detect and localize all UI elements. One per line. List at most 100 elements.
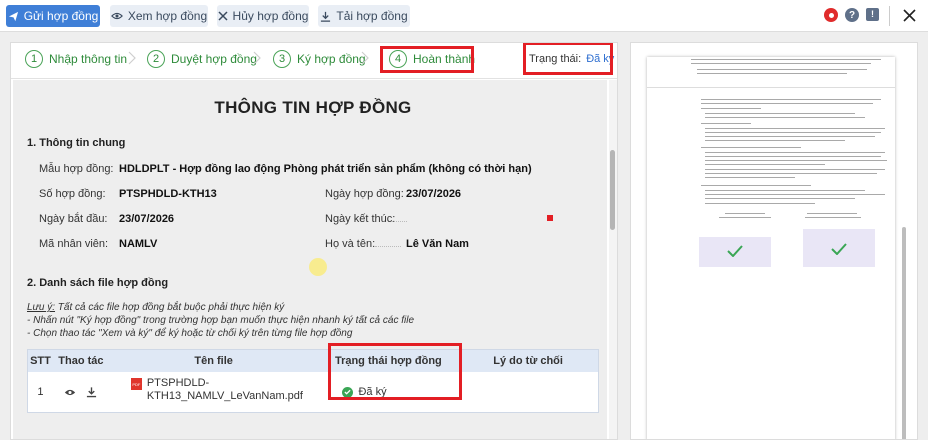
preview-scrollbar[interactable] xyxy=(901,57,907,439)
status-column-highlight xyxy=(328,343,462,400)
template-value: HDLDPLT - Hợp đồng lao động Phòng phát t… xyxy=(119,163,532,175)
chevron-right-icon xyxy=(361,51,369,65)
close-icon xyxy=(218,11,228,21)
col-reason: Lý do từ chối xyxy=(493,355,563,367)
preview-text-line xyxy=(807,213,857,214)
signature-stamp-right xyxy=(803,229,875,267)
close-window-icon[interactable] xyxy=(903,9,916,22)
help-icon[interactable]: ? xyxy=(845,8,859,22)
preview-text-line xyxy=(647,87,895,88)
preview-text-line xyxy=(701,108,761,109)
check-mark-icon xyxy=(831,243,847,255)
preview-text-line xyxy=(701,147,801,148)
preview-text-line xyxy=(719,217,771,218)
step-3[interactable]: 3 Ký hợp đồng xyxy=(273,49,366,69)
red-marker xyxy=(547,215,553,221)
status-highlight xyxy=(523,43,613,75)
send-contract-label: Gửi hợp đồng xyxy=(23,9,99,23)
cancel-contract-label: Hủy hợp đồng xyxy=(232,9,309,23)
note-line-1: Lưu ý: Tất cả các file hợp đồng bắt buộc… xyxy=(27,302,284,313)
preview-text-line xyxy=(705,164,825,165)
pdf-icon: PDF xyxy=(130,378,142,390)
toolbar-divider xyxy=(889,6,890,26)
preview-text-line xyxy=(705,160,887,161)
record-icon[interactable] xyxy=(824,8,838,22)
preview-text-line xyxy=(705,136,875,137)
toolbar: Gửi hợp đồng Xem hợp đồng Hủy hợp đồng T… xyxy=(0,0,928,32)
col-filename: Tên file xyxy=(194,355,233,367)
preview-text-line xyxy=(705,177,795,178)
note-title: Lưu ý: xyxy=(27,302,56,313)
step-3-label: Ký hợp đồng xyxy=(297,52,366,66)
section-files-title: 2. Danh sách file hợp đồng xyxy=(27,277,169,289)
content-scrollbar-thumb[interactable] xyxy=(610,150,615,230)
check-mark-icon xyxy=(727,245,743,257)
table-header: STT Thao tác Tên file Trạng thái hợp đồn… xyxy=(28,350,598,372)
step-2-label: Duyệt hợp đồng xyxy=(171,52,257,66)
preview-text-line xyxy=(701,185,811,186)
col-stt: STT xyxy=(30,355,51,367)
preview-text-line xyxy=(705,190,865,191)
content-scrollbar[interactable] xyxy=(609,80,617,439)
preview-text-line xyxy=(701,123,751,124)
file-name: PTSPHDLD- KTH13_NAMLV_LeVanNam.pdf xyxy=(147,377,303,403)
send-contract-button[interactable]: Gửi hợp đồng xyxy=(6,5,100,27)
contract-date-label: Ngày hợp đồng: xyxy=(325,188,404,200)
preview-text-line xyxy=(691,63,871,64)
step-2[interactable]: 2 Duyệt hợp đồng xyxy=(147,49,257,69)
view-eye-icon[interactable] xyxy=(64,388,76,397)
contract-file-table: STT Thao tác Tên file Trạng thái hợp đồn… xyxy=(27,349,599,413)
section-general-title: 1. Thông tin chung xyxy=(27,137,126,149)
employee-code-value: NAMLV xyxy=(119,238,158,250)
preview-text-line xyxy=(705,169,885,170)
download-icon[interactable] xyxy=(86,386,97,398)
preview-scrollbar-thumb[interactable] xyxy=(902,227,906,439)
note-text-1: Tất cả các file hợp đồng bắt buộc phải t… xyxy=(55,302,285,313)
step-bar: 1 Nhập thông tin 2 Duyệt hợp đồng 3 Ký h… xyxy=(11,43,617,79)
contract-panel: 1 Nhập thông tin 2 Duyệt hợp đồng 3 Ký h… xyxy=(10,42,618,440)
step-1-number: 1 xyxy=(25,50,43,68)
row-filename[interactable]: PDF PTSPHDLD- KTH13_NAMLV_LeVanNam.pdf xyxy=(109,372,319,412)
view-contract-label: Xem hợp đồng xyxy=(127,9,208,23)
view-contract-button[interactable]: Xem hợp đồng xyxy=(110,5,208,27)
step-1-label: Nhập thông tin xyxy=(49,52,128,66)
step-1[interactable]: 1 Nhập thông tin xyxy=(25,49,127,69)
step-4-highlight xyxy=(380,46,474,73)
name-dots xyxy=(375,246,401,247)
preview-text-line xyxy=(705,198,855,199)
step-3-number: 3 xyxy=(273,50,291,68)
end-date-value xyxy=(391,221,407,222)
preview-text-line xyxy=(705,203,815,204)
download-contract-button[interactable]: Tải hợp đồng xyxy=(318,5,410,27)
preview-text-line xyxy=(705,152,885,153)
preview-text-line xyxy=(705,156,881,157)
cancel-contract-button[interactable]: Hủy hợp đồng xyxy=(217,5,309,27)
full-name-value: Lê Văn Nam xyxy=(406,238,469,250)
preview-text-line xyxy=(701,103,873,104)
row-actions xyxy=(53,372,109,412)
page-title: THÔNG TIN HỢP ĐỒNG xyxy=(214,98,412,117)
signature-stamp-left xyxy=(699,237,771,267)
document-preview[interactable] xyxy=(630,42,918,440)
table-row: 1 PDF PTSPHDLD- KTH13_NAMLV_LeVanNam.pdf xyxy=(28,372,598,412)
preview-text-line xyxy=(805,217,861,218)
contract-date-value: 23/07/2026 xyxy=(406,188,462,200)
file-name-line2: KTH13_NAMLV_LeVanNam.pdf xyxy=(146,390,303,402)
start-date-value: 23/07/2026 xyxy=(119,213,175,225)
note-line-2: - Nhấn nút "Ký hợp đồng" trong trường hợ… xyxy=(27,315,415,326)
col-action: Thao tác xyxy=(58,355,104,367)
chevron-right-icon xyxy=(128,51,136,65)
row-reason xyxy=(458,372,598,412)
download-contract-label: Tải hợp đồng xyxy=(336,9,408,23)
preview-text-line xyxy=(705,128,885,129)
end-date-label: Ngày kết thúc: xyxy=(325,213,396,225)
chevron-right-icon xyxy=(253,51,261,65)
preview-text-line xyxy=(697,69,867,70)
note-line-3: - Chọn thao tác "Xem và ký" để ký hoặc t… xyxy=(27,328,353,339)
download-icon xyxy=(321,11,331,22)
comment-icon[interactable]: ! xyxy=(866,8,879,21)
preview-text-line xyxy=(701,99,881,100)
preview-text-line xyxy=(697,73,847,74)
preview-text-line xyxy=(705,117,865,118)
preview-text-line xyxy=(725,213,765,214)
